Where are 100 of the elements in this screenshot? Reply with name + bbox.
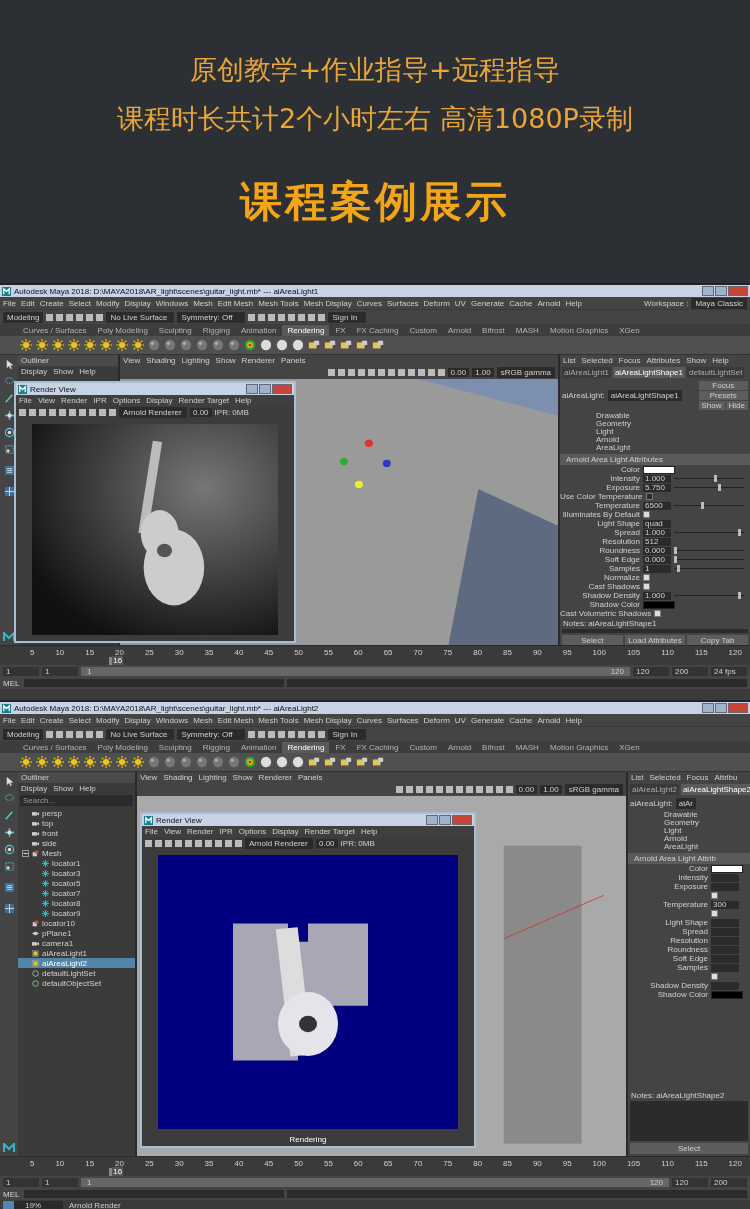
value-field[interactable] [711,882,739,891]
frame-field[interactable]: 120 [633,666,669,676]
outliner-item[interactable]: locator5 [18,878,135,888]
light-icon[interactable] [100,756,112,768]
light-icon[interactable] [36,756,48,768]
menu-item[interactable]: Attribu [714,773,738,782]
frame-field[interactable]: 120 [672,1177,708,1187]
menu-item[interactable]: Mesh Display [303,298,352,308]
menu-item[interactable]: Options [238,827,267,836]
rotate-tool-icon[interactable] [3,427,15,438]
outliner-item[interactable]: Mesh [18,848,135,858]
search-field[interactable]: Search... [20,795,133,806]
menu-item[interactable]: Show [53,784,74,793]
menu-item[interactable]: Curves [356,715,382,725]
render-tool-icon[interactable] [324,339,336,351]
menu-item[interactable]: Shading [146,356,176,365]
menu-item[interactable]: UV [454,715,466,725]
value-field[interactable]: 0.000 [643,546,671,555]
checkbox[interactable] [643,583,650,590]
shader-ball-icon[interactable] [292,339,304,351]
node-tab[interactable]: defaultLightSet [687,367,745,378]
light-icon[interactable] [116,339,128,351]
shelf-tab[interactable]: Curves / Surfaces [18,325,92,336]
menu-item[interactable]: Windows [155,298,189,308]
shelf-tab[interactable]: Custom [404,325,442,336]
menu-item[interactable]: Create [39,715,64,725]
menu-item[interactable]: File [145,827,158,836]
color-swatch[interactable] [643,600,675,609]
checkbox[interactable] [711,973,718,980]
maximize-button[interactable] [439,815,451,825]
shelf-tab[interactable]: FX [330,325,351,336]
shelf-tab[interactable]: XGen [614,742,645,753]
panel-button[interactable]: Select [562,635,623,645]
menu-item[interactable]: Render Target [304,827,356,836]
slider-thumb[interactable] [737,592,741,599]
color-space-dropdown[interactable]: sRGB gamma [564,784,623,795]
symmetry-dropdown[interactable]: Symmetry: Off [177,311,246,323]
menu-item[interactable]: Display [272,827,299,836]
render-tool-icon[interactable] [356,339,368,351]
outliner-item[interactable]: locator8 [18,898,135,908]
paint-tool-icon[interactable] [3,810,15,821]
menu-item[interactable]: Show [232,773,253,782]
shelf-tab[interactable]: Bifrost [477,742,510,753]
shelf-tab[interactable]: Animation [235,742,282,753]
menu-item[interactable]: File [3,715,16,725]
value-field[interactable]: 0.00 [515,785,538,794]
outliner-item[interactable]: aiAreaLight2 [18,958,135,968]
menu-item[interactable]: Mesh Tools [258,715,299,725]
value-field[interactable] [711,873,739,882]
menu-item[interactable]: Edit [20,715,35,725]
menu-item[interactable]: List [631,773,644,782]
menu-item[interactable]: Help [565,715,582,725]
minimize-button[interactable] [246,384,258,394]
menu-item[interactable]: Generate [470,298,505,308]
menu-item[interactable]: Edit Mesh [217,298,254,308]
ramp-ball-icon[interactable] [244,756,256,768]
panel-button[interactable]: Show [698,401,725,410]
shader-ball-icon[interactable] [148,339,160,351]
frame-field[interactable]: 1 [3,666,39,676]
light-icon[interactable] [36,339,48,351]
value-field[interactable]: 1.00 [472,368,494,377]
time-slider[interactable]: 5 10 15 20 25 30 35 40 45 50 55 60 65 70 75 80 85 90 95 100 105 110 115 120 16 [0,645,750,665]
value-field[interactable]: 1.000 [643,474,671,483]
frame-field[interactable]: 1 [42,666,78,676]
checkbox[interactable] [711,910,718,917]
color-swatch[interactable] [711,864,743,873]
menu-item[interactable]: Windows [155,715,189,725]
menu-item[interactable]: Modify [95,298,120,308]
render-tool-icon[interactable] [356,756,368,768]
menu-item[interactable]: Help [235,396,252,405]
value-field[interactable] [711,936,739,945]
range-slider[interactable]: 1 120 [81,1177,669,1187]
value-field[interactable] [711,981,739,990]
notes-field[interactable] [630,1101,748,1141]
checkbox[interactable] [654,610,662,617]
shelf-tab[interactable]: Rigging [197,325,235,336]
menu-item[interactable]: Selected [649,773,681,782]
node-tab[interactable]: aiAreaLightShape1 [612,367,685,378]
live-surface-field[interactable]: No Live Surface [106,728,175,740]
value-field[interactable]: 1.000 [643,591,671,600]
color-space-dropdown[interactable]: sRGB gamma [496,367,555,378]
menu-item[interactable]: Focus [618,356,641,365]
menu-item[interactable]: Arnold [537,715,561,725]
shelf-tab[interactable]: Poly Modeling [92,742,153,753]
menu-item[interactable]: IPR [93,396,107,405]
menu-item[interactable]: Renderer [241,356,275,365]
shelf-tab[interactable]: Custom [404,742,442,753]
frame-field[interactable]: 200 [711,1177,747,1187]
color-swatch[interactable] [643,465,675,474]
outliner-item[interactable]: top [18,818,135,828]
shelf-tab[interactable]: Arnold [443,742,477,753]
menu-item[interactable]: Help [79,784,96,793]
menu-item[interactable]: Deform [423,715,450,725]
shelf-tab[interactable]: MASH [510,325,544,336]
value-field[interactable] [711,918,739,927]
render-tool-icon[interactable] [340,756,352,768]
light-icon[interactable] [52,756,64,768]
menu-item[interactable]: Help [79,367,96,376]
shelf-tab[interactable]: Motion Graphics [544,742,614,753]
menu-item[interactable]: Help [565,298,582,308]
